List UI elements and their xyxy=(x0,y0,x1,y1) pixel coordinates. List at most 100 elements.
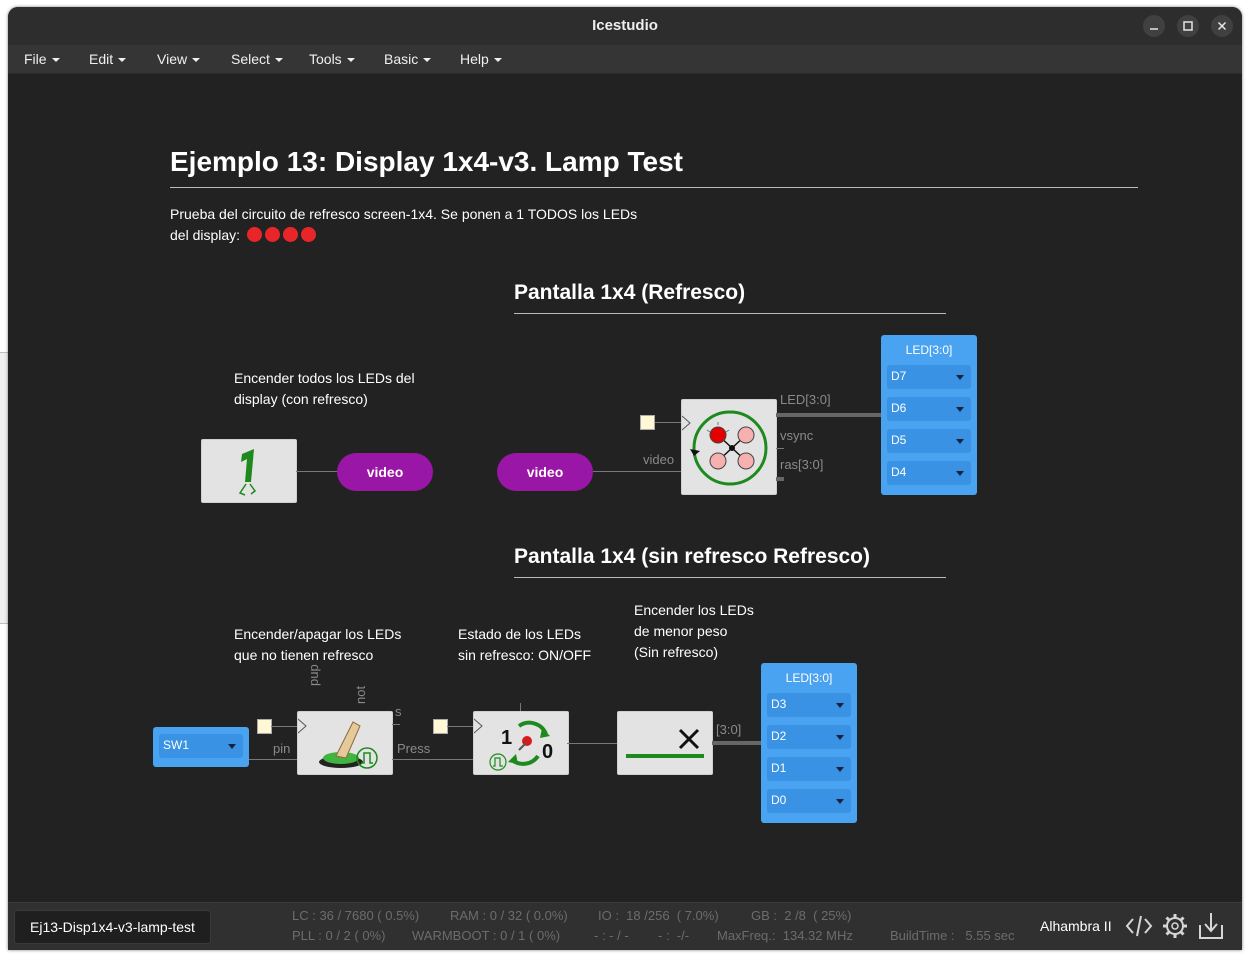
stat-blank: - : - / - xyxy=(594,928,629,943)
wire xyxy=(447,726,474,727)
constant-input[interactable] xyxy=(433,719,448,734)
chevron-down-icon xyxy=(836,703,844,708)
chevron-down-icon xyxy=(228,744,236,749)
verify-button[interactable] xyxy=(1124,911,1154,941)
app-window: Icestudio File Edit View Select Tools Ba… xyxy=(8,7,1242,950)
pin-select[interactable]: D1 xyxy=(767,757,851,781)
close-icon xyxy=(1217,21,1227,31)
bus-constant-block[interactable] xyxy=(617,711,713,775)
chevron-down-icon xyxy=(836,735,844,740)
led-output-panel[interactable]: LED[3:0] D3 D2 D1 D0 xyxy=(761,663,857,823)
build-button[interactable] xyxy=(1160,911,1190,941)
description-line: Prueba del circuito de refresco screen-1… xyxy=(170,206,638,222)
note-line: Encender los LEDs xyxy=(634,602,754,618)
note-line: de menor peso xyxy=(634,623,728,639)
menu-view[interactable]: View xyxy=(157,51,201,67)
note-comment: Encender/apagar los LEDs que no tienen r… xyxy=(234,624,401,666)
pin-select[interactable]: D2 xyxy=(767,725,851,749)
stat-blank: - : -/- xyxy=(658,928,690,943)
code-icon xyxy=(1125,915,1153,937)
port-label: ras[3:0] xyxy=(780,457,824,472)
download-icon xyxy=(1199,913,1223,939)
button-block[interactable] xyxy=(297,711,393,775)
pin-select[interactable]: D0 xyxy=(767,789,851,813)
menu-help[interactable]: Help xyxy=(460,51,502,67)
note-line: Encender/apagar los LEDs xyxy=(234,626,402,642)
bus-wire xyxy=(776,477,784,481)
menu-bar: File Edit View Select Tools Basic Help xyxy=(8,45,1242,74)
bus-wire xyxy=(712,741,762,745)
toggle-icon: 1 0 xyxy=(473,718,553,771)
constant-one-block[interactable] xyxy=(201,439,297,503)
minimize-button[interactable] xyxy=(1143,15,1165,37)
note-comment: Encender los LEDs de menor peso (Sin ref… xyxy=(634,600,754,663)
port-label: not xyxy=(353,685,368,704)
toggle-block[interactable]: 1 0 xyxy=(473,711,569,775)
wire xyxy=(567,743,617,744)
wire xyxy=(520,703,521,711)
chevron-down-icon xyxy=(51,58,60,63)
wire xyxy=(593,471,681,472)
constant-input[interactable] xyxy=(257,719,272,734)
video-input-label[interactable]: video xyxy=(497,453,593,491)
note-line: que no tienen refresco xyxy=(234,647,374,663)
pin-select[interactable]: D7 xyxy=(887,365,971,389)
port-label: s xyxy=(395,704,402,719)
pin-select[interactable]: D6 xyxy=(887,397,971,421)
note-line: Encender todos los LEDs del xyxy=(234,370,415,386)
port-label: pin xyxy=(273,741,291,756)
design-canvas[interactable]: Ejemplo 13: Display 1x4-v3. Lamp Test Pr… xyxy=(8,74,1242,902)
section-heading: Pantalla 1x4 (sin refresco Refresco) xyxy=(514,545,870,568)
maximize-button[interactable] xyxy=(1177,15,1199,37)
pin-select[interactable]: D4 xyxy=(887,461,971,485)
screen-refresh-block[interactable] xyxy=(681,399,777,495)
stat-io: IO : 18 /256 ( 7.0%) xyxy=(598,908,719,923)
menu-edit[interactable]: Edit xyxy=(89,51,127,67)
pin-select[interactable]: SW1 xyxy=(159,734,243,758)
gear-icon xyxy=(1163,914,1187,938)
port-label: LED[3:0] xyxy=(780,392,831,407)
output-title: LED[3:0] xyxy=(905,343,953,357)
pin-select[interactable]: D5 xyxy=(887,429,971,453)
video-output-label[interactable]: video xyxy=(337,453,433,491)
note-line: display (con refresco) xyxy=(234,391,368,407)
chevron-down-icon xyxy=(956,471,964,476)
upload-button[interactable] xyxy=(1196,911,1226,941)
led-output-panel[interactable]: LED[3:0] D7 D6 D5 D4 xyxy=(881,335,977,495)
note-line: (Sin refresco) xyxy=(634,644,719,660)
stat-ram: RAM : 0 / 32 ( 0.0%) xyxy=(450,908,568,923)
stat-lc: LC : 36 / 7680 ( 0.5%) xyxy=(292,908,420,923)
section-divider xyxy=(514,313,946,314)
note-line: Estado de los LEDs xyxy=(458,626,581,642)
note-comment: Estado de los LEDs sin refresco: ON/OFF xyxy=(458,624,591,666)
wire xyxy=(249,759,297,760)
chevron-down-icon xyxy=(956,439,964,444)
maximize-icon xyxy=(1183,21,1193,31)
menu-select[interactable]: Select xyxy=(231,51,283,67)
sw1-input-panel[interactable]: SW1 xyxy=(153,727,249,767)
port-label: vsync xyxy=(780,428,814,443)
number-one-icon xyxy=(238,449,257,496)
menu-basic[interactable]: Basic xyxy=(384,51,432,67)
close-button[interactable] xyxy=(1211,15,1233,37)
red-circles-icon xyxy=(246,227,316,242)
note-comment: Encender todos los LEDs del display (con… xyxy=(234,368,415,410)
constant-input[interactable] xyxy=(640,415,655,430)
pin-select[interactable]: D3 xyxy=(767,693,851,717)
chevron-down-icon xyxy=(192,58,201,63)
output-title: LED[3:0] xyxy=(785,671,833,685)
section-heading: Pantalla 1x4 (Refresco) xyxy=(514,281,746,304)
port-label: pup xyxy=(306,664,321,686)
wire xyxy=(776,448,784,449)
description: Prueba del circuito de refresco screen-1… xyxy=(170,204,637,246)
title-bar: Icestudio xyxy=(8,7,1242,45)
menu-file[interactable]: File xyxy=(24,51,60,67)
menu-tools[interactable]: Tools xyxy=(309,51,355,67)
note-line: sin refresco: ON/OFF xyxy=(458,647,592,663)
push-button-icon xyxy=(297,718,378,769)
section-divider xyxy=(514,577,946,578)
stat-buildtime: BuildTime : 5.55 sec xyxy=(890,928,1015,943)
description-line: del display: xyxy=(170,225,637,246)
project-filename[interactable]: Ej13-Disp1x4-v3-lamp-test xyxy=(14,910,211,944)
board-name[interactable]: Alhambra II xyxy=(1040,918,1112,934)
